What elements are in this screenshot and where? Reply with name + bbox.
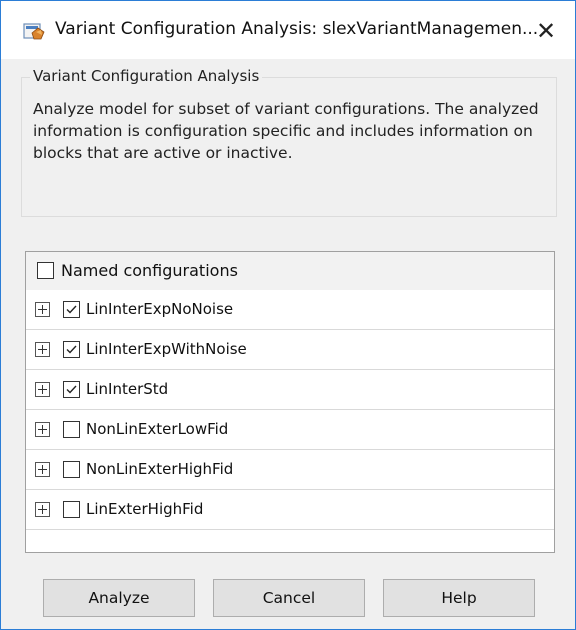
configuration-checkbox[interactable] [63,501,80,518]
expand-plus-icon[interactable] [35,502,50,517]
expand-plus-icon[interactable] [35,302,50,317]
description-legend: Variant Configuration Analysis [30,67,263,85]
close-icon[interactable]: ✕ [529,14,563,48]
table-row[interactable]: NonLinExterLowFid [26,410,554,450]
table-header: Named configurations [26,252,554,291]
dialog-window: Variant Configuration Analysis: slexVari… [0,0,576,630]
analyze-button[interactable]: Analyze [43,579,195,617]
expand-plus-icon[interactable] [35,462,50,477]
expand-plus-icon[interactable] [35,422,50,437]
configuration-checkbox[interactable] [63,301,80,318]
configuration-name: LinInterStd [86,380,169,398]
configurations-table: Named configurations LinInterExpNoNoise L… [25,251,555,553]
configuration-checkbox[interactable] [63,341,80,358]
configuration-name: NonLinExterLowFid [86,420,229,438]
expand-plus-icon[interactable] [35,342,50,357]
configuration-checkbox[interactable] [63,381,80,398]
table-row[interactable]: LinInterExpWithNoise [26,330,554,370]
configuration-name: LinInterExpWithNoise [86,340,247,358]
cancel-button[interactable]: Cancel [213,579,365,617]
configuration-checkbox[interactable] [63,461,80,478]
matlab-simulink-icon [23,21,47,41]
table-row[interactable]: LinInterExpNoNoise [26,290,554,330]
table-row[interactable]: LinExterHighFid [26,490,554,530]
description-group: Variant Configuration Analysis Analyze m… [21,67,557,217]
configuration-checkbox[interactable] [63,421,80,438]
select-all-checkbox[interactable] [37,262,54,279]
table-row[interactable]: LinInterStd [26,370,554,410]
expand-plus-icon[interactable] [35,382,50,397]
window-title: Variant Configuration Analysis: slexVari… [55,19,539,39]
table-row[interactable]: NonLinExterHighFid [26,450,554,490]
header-label: Named configurations [61,261,238,280]
configuration-name: LinExterHighFid [86,500,204,518]
help-button[interactable]: Help [383,579,535,617]
description-text: Analyze model for subset of variant conf… [33,100,539,162]
configuration-name: NonLinExterHighFid [86,460,234,478]
configuration-name: LinInterExpNoNoise [86,300,234,318]
title-bar[interactable]: Variant Configuration Analysis: slexVari… [1,1,575,59]
